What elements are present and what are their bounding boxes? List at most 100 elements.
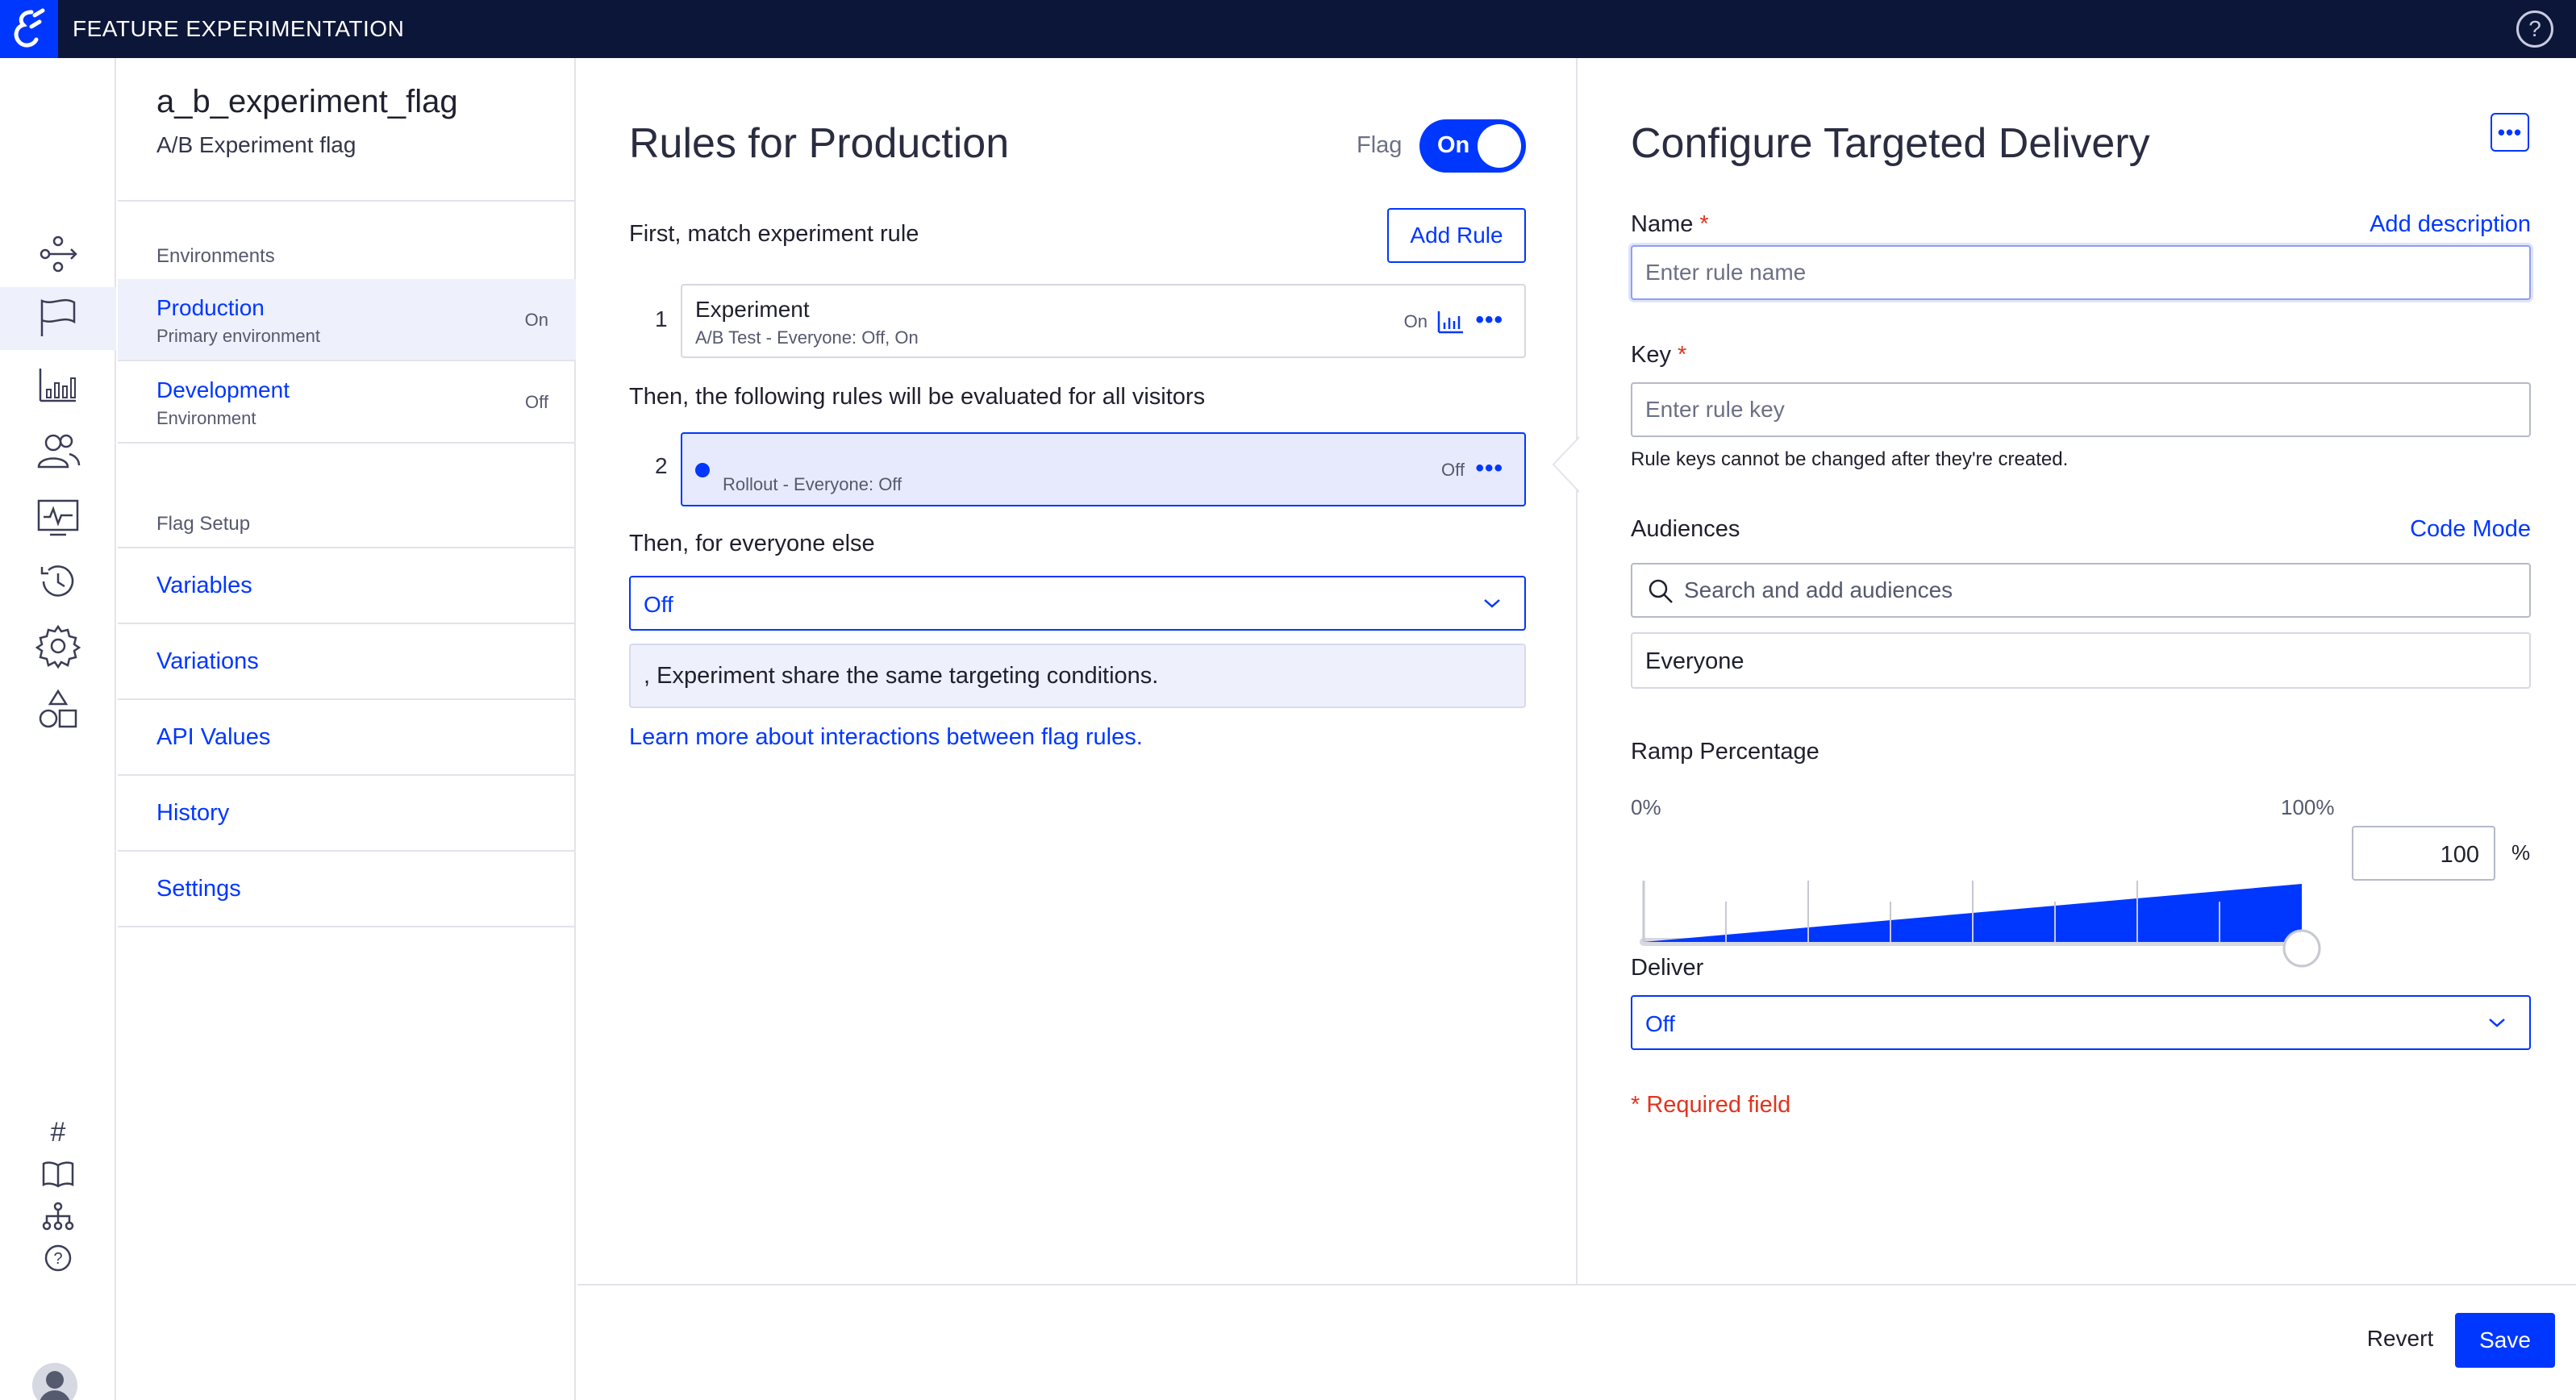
rule-subtitle: A/B Test - Everyone: Off, On — [695, 327, 919, 348]
env-subtitle: Primary environment — [156, 326, 320, 347]
configure-panel: Configure Targeted Delivery ••• Name* Ad… — [1579, 58, 2576, 1284]
deliver-select[interactable]: Off — [1631, 995, 2531, 1050]
nav-link-label: Variations — [156, 648, 259, 675]
shapes-icon[interactable] — [0, 679, 116, 742]
flag-description: A/B Experiment flag — [156, 132, 356, 158]
rule-status: On — [1404, 311, 1428, 332]
ramp-slider[interactable] — [1631, 865, 2340, 969]
settings-icon[interactable] — [0, 615, 116, 677]
events-icon[interactable] — [0, 485, 116, 548]
search-icon — [1647, 577, 1674, 605]
flag-nav-panel: a_b_experiment_flag A/B Experiment flag … — [118, 58, 576, 1400]
nav-link-label: History — [156, 800, 229, 827]
flag-icon[interactable] — [0, 287, 116, 350]
experiment-rule-heading: First, match experiment rule — [629, 221, 919, 248]
app-title: FEATURE EXPERIMENTATION — [73, 16, 404, 42]
help-glyph: ? — [2528, 16, 2541, 42]
everyone-else-heading: Then, for everyone else — [629, 531, 875, 557]
audience-name: Everyone — [1645, 648, 1744, 675]
hash-icon[interactable]: # — [0, 1113, 116, 1152]
everyone-else-select[interactable]: Off — [629, 576, 1526, 631]
toggle-knob — [1478, 124, 1521, 168]
rules-panel: Rules for Production Flag On First, matc… — [577, 58, 1578, 1284]
divider — [118, 442, 576, 444]
rule-more-icon[interactable]: ••• — [1475, 306, 1503, 334]
rule-subtitle: Rollout - Everyone: Off — [723, 474, 902, 495]
audiences-icon[interactable] — [0, 419, 116, 482]
select-value: Off — [644, 592, 673, 618]
rules-title: Rules for Production — [629, 119, 1009, 168]
key-label-text: Key — [1631, 342, 1671, 368]
ramp-label: Ramp Percentage — [1631, 739, 1819, 765]
name-label: Name* — [1631, 211, 1709, 238]
flag-toggle-label: Flag — [1357, 132, 1402, 159]
audiences-label: Audiences — [1631, 516, 1740, 543]
panel-connector-caret — [1552, 435, 1581, 494]
help-icon[interactable]: ? — [0, 1239, 116, 1277]
required-asterisk: * — [1699, 211, 1708, 237]
audience-search-input[interactable] — [1684, 569, 2515, 611]
env-name: Development — [156, 377, 290, 403]
flag-toggle[interactable]: On — [1419, 119, 1526, 173]
nav-link-api-values[interactable]: API Values — [118, 700, 576, 776]
env-item-production[interactable]: Production Primary environment On — [118, 279, 576, 360]
env-subtitle: Environment — [156, 408, 256, 429]
learn-more-link[interactable]: Learn more about interactions between fl… — [629, 724, 1143, 751]
nav-link-label: Variables — [156, 573, 252, 599]
env-name: Production — [156, 295, 265, 321]
toggle-state: On — [1437, 132, 1469, 159]
all-visitors-heading: Then, the following rules will be evalua… — [629, 384, 1205, 410]
config-title: Configure Targeted Delivery — [1631, 119, 2150, 168]
required-field-note: * Required field — [1631, 1092, 1790, 1119]
key-hint: Rule keys cannot be changed after they'r… — [1631, 448, 2068, 471]
ramp-percentage-input[interactable]: 100 — [2352, 826, 2495, 881]
reports-icon[interactable] — [0, 353, 116, 416]
results-chart-icon[interactable] — [1437, 310, 1465, 334]
info-box: , Experiment share the same targeting co… — [629, 644, 1526, 708]
rule-card-experiment[interactable]: Experiment A/B Test - Everyone: Off, On … — [681, 284, 1526, 358]
rule-status: Off — [1441, 460, 1465, 481]
org-tree-icon[interactable] — [0, 1197, 116, 1235]
add-description-link[interactable]: Add description — [2370, 211, 2531, 238]
deliver-value: Off — [1645, 1011, 1675, 1037]
more-glyph: ••• — [2498, 120, 2522, 145]
save-button[interactable]: Save — [2455, 1313, 2555, 1368]
info-text: , Experiment share the same targeting co… — [644, 663, 1158, 690]
chevron-down-icon — [2487, 1013, 2507, 1032]
more-options-button[interactable]: ••• — [2491, 113, 2529, 152]
footer-bar: Revert Save — [577, 1284, 2576, 1400]
flows-icon[interactable] — [0, 223, 116, 285]
percent-sign: % — [2511, 840, 2530, 865]
add-rule-button[interactable]: Add Rule — [1387, 208, 1526, 263]
nav-link-history[interactable]: History — [118, 776, 576, 852]
env-status: Off — [525, 392, 548, 413]
ramp-max-label: 100% — [2281, 795, 2335, 820]
rule-number: 2 — [655, 453, 668, 479]
nav-link-settings[interactable]: Settings — [118, 852, 576, 927]
revert-button[interactable]: Revert — [2344, 1311, 2457, 1366]
book-icon[interactable] — [0, 1155, 116, 1194]
avatar[interactable] — [32, 1363, 77, 1400]
rule-name-input[interactable] — [1631, 245, 2531, 300]
ramp-handle[interactable] — [2284, 931, 2320, 966]
env-item-development[interactable]: Development Environment Off — [118, 361, 576, 442]
help-circle-icon[interactable]: ? — [2516, 10, 2553, 48]
rule-more-icon[interactable]: ••• — [1475, 455, 1503, 482]
history-icon[interactable] — [0, 550, 116, 613]
required-asterisk: * — [1678, 342, 1686, 368]
rule-number: 1 — [655, 306, 668, 332]
ramp-min-label: 0% — [1631, 795, 1661, 820]
rule-card-rollout[interactable]: Rollout - Everyone: Off Off ••• — [681, 432, 1526, 506]
rule-key-input[interactable] — [1631, 382, 2531, 437]
deliver-label: Deliver — [1631, 955, 1703, 981]
nav-link-variations[interactable]: Variations — [118, 624, 576, 700]
env-status: On — [525, 310, 548, 331]
top-bar: FEATURE EXPERIMENTATION ? — [0, 0, 2576, 58]
audience-search[interactable] — [1631, 563, 2531, 618]
name-label-text: Name — [1631, 211, 1693, 237]
nav-link-variables[interactable]: Variables — [118, 548, 576, 624]
selected-audience[interactable]: Everyone — [1631, 632, 2531, 689]
code-mode-link[interactable]: Code Mode — [2410, 516, 2531, 543]
optimizely-logo-icon[interactable] — [0, 0, 58, 58]
hash-glyph: # — [51, 1117, 66, 1148]
